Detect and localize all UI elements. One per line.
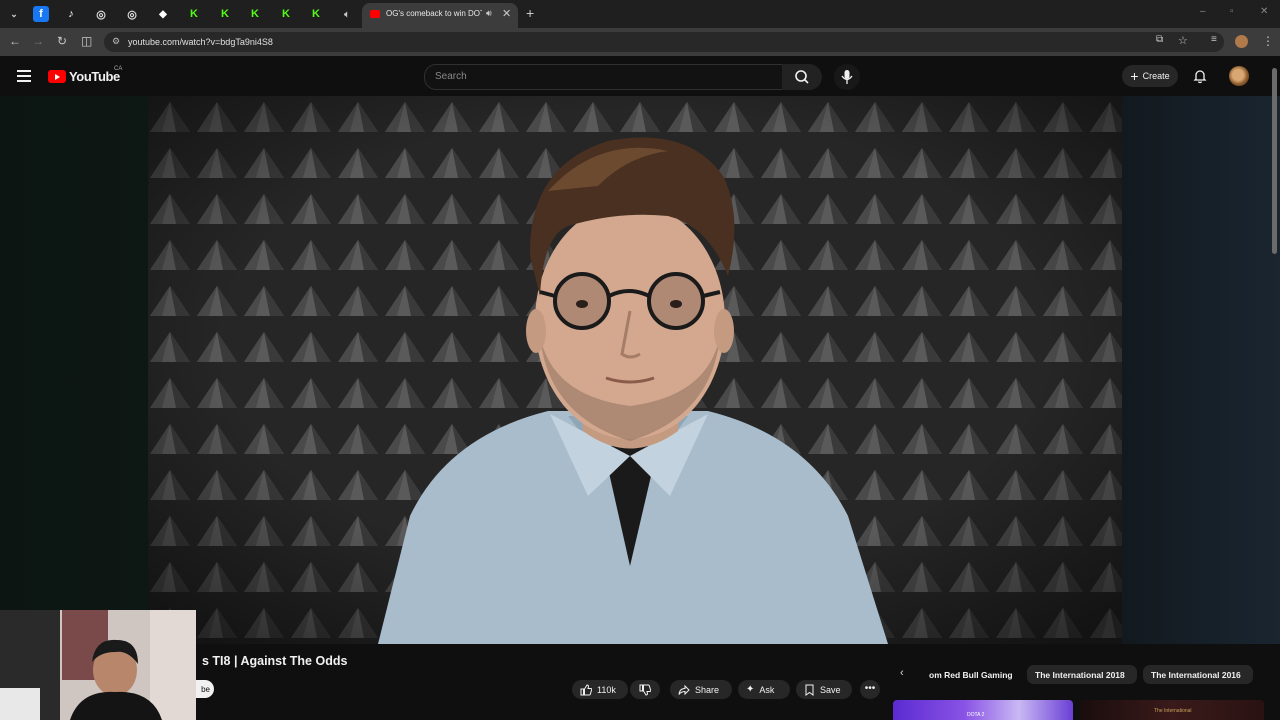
logo-text: YouTube: [69, 69, 120, 84]
close-window-button[interactable]: ✕: [1260, 6, 1268, 17]
split-view-icon[interactable]: ◫: [81, 34, 92, 48]
app-tab-icon-2[interactable]: ◎: [124, 6, 140, 22]
diamond-tab-icon[interactable]: ◆: [155, 6, 171, 22]
save-label: Save: [820, 684, 841, 695]
chip-red-bull-gaming[interactable]: om Red Bull Gaming: [925, 665, 1021, 684]
speaker-icon[interactable]: 🔊︎: [486, 8, 492, 19]
more-actions-button[interactable]: •••: [860, 680, 880, 699]
site-info-icon[interactable]: ⚙︎: [112, 36, 120, 47]
app-tab-icon-1[interactable]: ◎: [93, 6, 109, 22]
youtube-logo[interactable]: YouTube CA: [48, 66, 123, 84]
audio-tab-speaker-icon[interactable]: 🔈︎: [339, 6, 355, 22]
back-arrow-icon[interactable]: ←: [9, 34, 21, 48]
tiktok-tab-icon[interactable]: ♪: [63, 6, 79, 22]
region-code: CA: [114, 66, 123, 72]
new-tab-button[interactable]: +: [526, 5, 534, 21]
microphone-icon: [841, 70, 853, 84]
chip-the-international-2016[interactable]: The International 2016: [1143, 665, 1253, 684]
kick-tab-icon-3[interactable]: K: [247, 6, 263, 22]
search-input[interactable]: Search: [424, 64, 784, 90]
notifications-button[interactable]: [1192, 68, 1208, 89]
scrollbar-thumb[interactable]: [1272, 68, 1277, 254]
close-tab-button[interactable]: ✕: [502, 7, 511, 20]
reload-icon[interactable]: ↻: [57, 34, 67, 48]
ask-button[interactable]: ✦ Ask: [738, 680, 790, 699]
tab-title: OG's comeback to win DOTA: [386, 9, 482, 18]
bell-icon: [1193, 70, 1207, 84]
kick-tab-icon-2[interactable]: K: [217, 6, 233, 22]
address-bar[interactable]: ⚙︎ youtube.com/watch?v=bdgTa9ni4S8: [104, 32, 1224, 52]
related-video-thumbnail[interactable]: The International: [1080, 700, 1264, 720]
chips-prev-arrow-icon[interactable]: ‹: [900, 667, 904, 679]
thumbs-up-icon: [580, 683, 592, 695]
thumbnail-caption: DOTA 2: [967, 712, 985, 718]
tab-list-dropdown-icon[interactable]: ⌄: [6, 6, 22, 22]
bookmark-star-icon[interactable]: ☆: [1178, 34, 1188, 47]
create-button[interactable]: + Create: [1122, 65, 1178, 87]
minimize-button[interactable]: –: [1200, 6, 1206, 17]
share-button[interactable]: Share: [670, 680, 732, 699]
facebook-tab-icon[interactable]: f: [33, 6, 49, 22]
kick-tab-icon-5[interactable]: K: [308, 6, 324, 22]
sparkle-icon: ✦: [746, 684, 755, 695]
tab-youtube-video[interactable]: OG's comeback to win DOTA 🔊︎ ✕: [362, 3, 518, 28]
voice-search-button[interactable]: [834, 64, 860, 90]
search-placeholder: Search: [435, 71, 467, 82]
video-player[interactable]: [148, 96, 1122, 644]
kick-tab-icon-1[interactable]: K: [186, 6, 202, 22]
create-label: Create: [1142, 71, 1170, 81]
url-text[interactable]: youtube.com/watch?v=bdgTa9ni4S8: [128, 37, 273, 47]
hamburger-menu-icon[interactable]: [17, 70, 31, 85]
youtube-favicon-icon: [370, 10, 380, 18]
video-title: s TI8 | Against The Odds: [202, 654, 348, 668]
save-button[interactable]: Save: [796, 680, 852, 699]
related-video-thumbnail[interactable]: DOTA 2: [893, 700, 1073, 720]
install-app-icon[interactable]: ⧉: [1156, 34, 1163, 45]
browser-toolbar: ← → ↻ ◫ ⚙︎ youtube.com/watch?v=bdgTa9ni4…: [0, 28, 1280, 56]
webcam-overlay: [0, 610, 196, 720]
ask-label: Ask: [759, 684, 775, 695]
browser-menu-icon[interactable]: ⋮: [1262, 34, 1274, 48]
kick-tab-icon-4[interactable]: K: [278, 6, 294, 22]
thumbnail-caption: The International: [1154, 708, 1192, 714]
video-frame-image: [148, 96, 1122, 644]
chip-the-international-2018[interactable]: The International 2018: [1027, 665, 1137, 684]
forward-arrow-icon[interactable]: →: [32, 34, 44, 48]
youtube-play-icon: [48, 70, 66, 83]
bookmark-icon: [805, 684, 814, 696]
plus-icon: +: [1130, 68, 1139, 84]
account-avatar[interactable]: [1229, 66, 1249, 86]
search-icon: [795, 70, 809, 84]
share-label: Share: [695, 684, 720, 695]
dislike-button[interactable]: [630, 680, 660, 699]
browser-tab-strip: ⌄ f ♪ ◎ ◎ ◆ K K K K K 🔈︎ OG's comeback t…: [0, 0, 1280, 28]
share-icon: [678, 684, 690, 695]
profile-avatar-icon[interactable]: [1235, 35, 1248, 48]
tab-search-icon[interactable]: ≡: [1211, 34, 1217, 45]
youtube-masthead: YouTube CA Search + Create: [0, 56, 1280, 96]
webcam-image: [0, 610, 196, 720]
search-button[interactable]: [782, 64, 822, 90]
like-button[interactable]: 110k: [572, 680, 628, 699]
like-count: 110k: [597, 684, 616, 695]
maximize-button[interactable]: ▫: [1230, 6, 1234, 17]
thumbs-down-icon: [639, 684, 651, 696]
